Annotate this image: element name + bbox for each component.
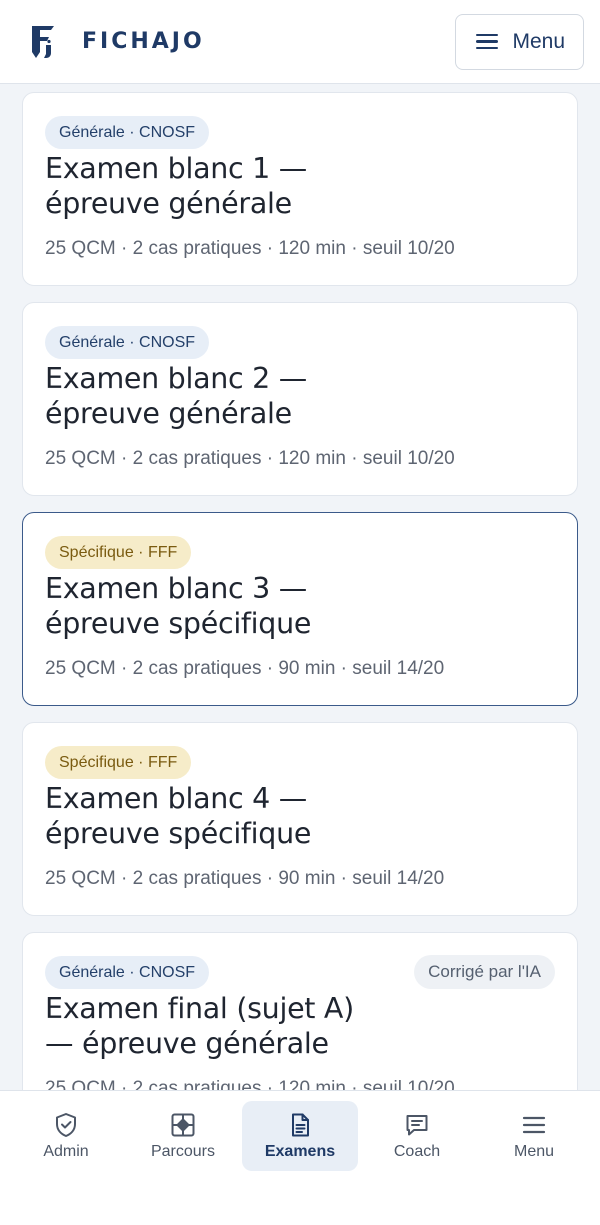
shield-check-icon xyxy=(56,1112,76,1137)
nav-item-examens[interactable]: Examens xyxy=(242,1101,358,1171)
exam-card[interactable]: Spécifique · FFF Examen blanc 4 — épreuv… xyxy=(22,722,578,916)
document-icon xyxy=(292,1113,309,1136)
exam-title: Examen blanc 2 — épreuve générale xyxy=(45,361,465,431)
exam-title-line-2: épreuve générale xyxy=(45,397,292,430)
category-tag: Spécifique · FFF xyxy=(45,746,192,779)
exam-title-line-2: épreuve spécifique xyxy=(45,817,312,850)
exam-card[interactable]: Générale · CNOSF Examen blanc 1 — épreuv… xyxy=(22,92,578,286)
exam-meta: 25 QCM · 2 cas pratiques · 90 min · seui… xyxy=(45,658,445,679)
exam-title-line-1: Examen blanc 3 — xyxy=(45,572,307,605)
exam-title: Examen blanc 1 — épreuve générale xyxy=(45,151,465,221)
exam-meta: 25 QCM · 2 cas pratiques · 90 min · seui… xyxy=(45,868,445,889)
category-tag: Générale · CNOSF xyxy=(45,956,210,989)
exam-meta: 25 QCM · 2 cas pratiques · 120 min · seu… xyxy=(45,238,455,259)
nav-item-label: Admin xyxy=(43,1142,89,1160)
exam-card-selected[interactable]: Spécifique · FFF Examen blanc 3 — épreuv… xyxy=(22,512,578,706)
exam-title-line-1: Examen final (sujet A) xyxy=(45,992,354,1025)
brand[interactable]: FICHAJO xyxy=(30,25,205,59)
nav-item-parcours[interactable]: Parcours xyxy=(125,1101,241,1171)
exam-title-line-2: épreuve spécifique xyxy=(45,607,312,640)
compass-icon xyxy=(171,1113,195,1136)
category-tag: Générale · CNOSF xyxy=(45,326,210,359)
menu-button[interactable]: Menu xyxy=(455,13,584,70)
fichajo-logo-icon xyxy=(32,25,54,58)
exam-title: Examen blanc 3 — épreuve spécifique xyxy=(45,571,465,641)
nav-item-menu[interactable]: Menu xyxy=(476,1101,592,1171)
category-tag: Générale · CNOSF xyxy=(45,116,210,149)
category-tag: Spécifique · FFF xyxy=(45,536,192,569)
exam-card[interactable]: Générale · CNOSF Examen blanc 2 — épreuv… xyxy=(22,302,578,496)
nav-item-coach[interactable]: Coach xyxy=(359,1101,475,1171)
exam-title: Examen final (sujet A) — épreuve général… xyxy=(45,991,465,1061)
menu-button-label: Menu xyxy=(512,29,565,53)
menu-icon xyxy=(522,1116,546,1133)
exam-title-line-1: Examen blanc 1 — xyxy=(45,152,307,185)
nav-item-label: Examens xyxy=(264,1142,336,1160)
exam-meta: 25 QCM · 2 cas pratiques · 120 min · seu… xyxy=(45,448,455,469)
exam-title: Examen blanc 4 — épreuve spécifique xyxy=(45,781,465,851)
nav-item-label: Menu xyxy=(513,1142,555,1160)
nav-item-label: Coach xyxy=(393,1142,441,1160)
exam-title-line-1: Examen blanc 4 — xyxy=(45,782,307,815)
brand-name: FICHAJO xyxy=(82,29,205,54)
nav-item-label: Parcours xyxy=(150,1142,216,1160)
top-header: FICHAJO Menu xyxy=(0,0,600,84)
hamburger-icon xyxy=(476,33,499,50)
exam-title-line-2: — épreuve générale xyxy=(45,1027,329,1060)
nav-item-admin[interactable]: Admin xyxy=(8,1101,124,1171)
chat-icon xyxy=(406,1114,428,1135)
bottom-nav: Admin Parcours Examens Coach Menu xyxy=(0,1090,600,1225)
exam-title-line-1: Examen blanc 2 — xyxy=(45,362,307,395)
exam-list: Générale · CNOSF Examen blanc 1 — épreuv… xyxy=(22,92,578,1142)
exam-title-line-2: épreuve générale xyxy=(45,187,292,220)
ai-corrected-badge: Corrigé par l'IA xyxy=(414,955,555,989)
